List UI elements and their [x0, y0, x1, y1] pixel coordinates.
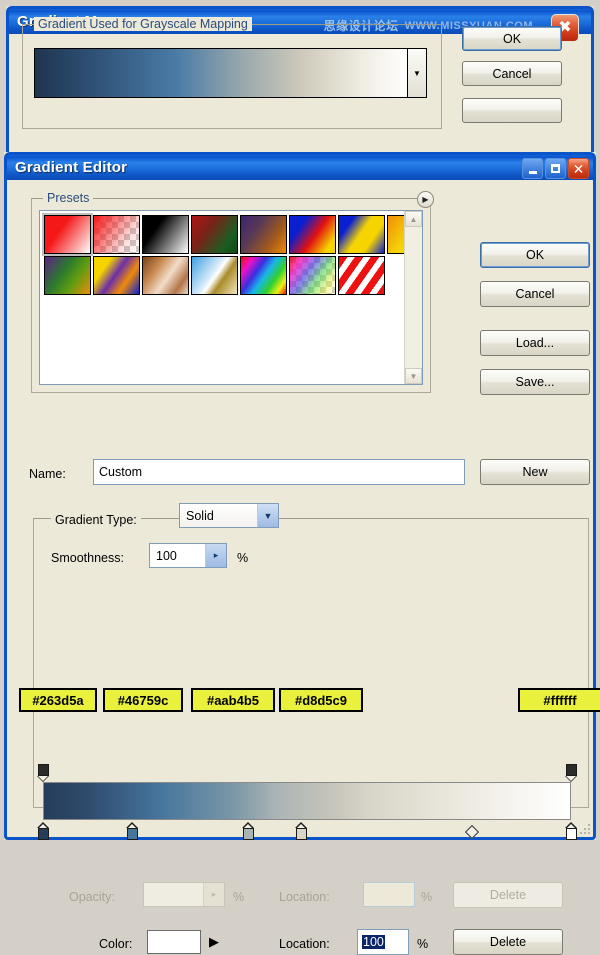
opacity-location-input [363, 882, 415, 907]
window-controls: ✕ [522, 158, 589, 179]
maximize-button[interactable] [545, 158, 566, 179]
gradient-map-extra-button[interactable] [462, 98, 562, 123]
grayscale-mapping-group-label: Gradient Used for Grayscale Mapping [34, 17, 252, 31]
color-label: Color: [99, 937, 133, 951]
gradient-map-window: Gradient Map 思缘设计论坛 WWW.MISSYUAN.COM ✖ G… [6, 6, 594, 166]
gradient-map-ok-button[interactable]: OK [462, 26, 562, 51]
hex-annotation-label: #d8d5c9 [279, 688, 363, 712]
close-button[interactable]: ✕ [568, 158, 589, 179]
gradient-preview-swatch [35, 49, 407, 97]
opacity-value [144, 883, 203, 906]
opacity-location-label: Location: [279, 890, 330, 904]
hex-annotation-label: #ffffff [518, 688, 600, 712]
gradient-preview-dropdown[interactable]: ▼ [34, 48, 427, 98]
opacity-input: ▸ [143, 882, 225, 907]
color-location-label: Location: [279, 937, 330, 951]
opacity-popup-arrow-icon: ▸ [203, 883, 224, 906]
gradient-map-body: Gradient Used for Grayscale Mapping ▼ OK… [6, 17, 594, 166]
gradient-editor-titlebar[interactable]: Gradient Editor ✕ [4, 152, 596, 180]
color-delete-button[interactable]: Delete [453, 929, 563, 955]
gradient-editor-body: Presets ▶ ▲ ▼ OK Cancel Load... Save... … [4, 180, 600, 955]
opacity-label: Opacity: [69, 890, 115, 904]
minimize-button[interactable] [522, 158, 543, 179]
hex-annotation-label: #aab4b5 [191, 688, 275, 712]
hex-annotation-label: #46759c [103, 688, 183, 712]
color-swatch-button[interactable] [147, 930, 201, 954]
gradient-editor-window: Gradient Editor ✕ Presets ▶ ▲ ▼ OK Cance… [4, 152, 600, 955]
opacity-delete-button: Delete [453, 882, 563, 908]
color-location-value: 100 [362, 935, 385, 949]
gradient-map-cancel-button[interactable]: Cancel [462, 61, 562, 86]
color-popup-arrow-icon[interactable]: ▶ [205, 932, 223, 952]
opacity-unit: % [233, 890, 245, 904]
hex-annotation-label: #263d5a [19, 688, 97, 712]
color-location-input[interactable]: 100 [357, 929, 409, 955]
chevron-down-icon[interactable]: ▼ [407, 49, 426, 97]
color-location-unit: % [417, 937, 429, 951]
gradient-editor-title: Gradient Editor [15, 159, 128, 176]
hex-annotations: #263d5a #46759c #aab4b5 #d8d5c9 #ffffff [7, 180, 600, 840]
opacity-location-unit: % [421, 890, 433, 904]
resize-grip[interactable] [576, 820, 590, 834]
